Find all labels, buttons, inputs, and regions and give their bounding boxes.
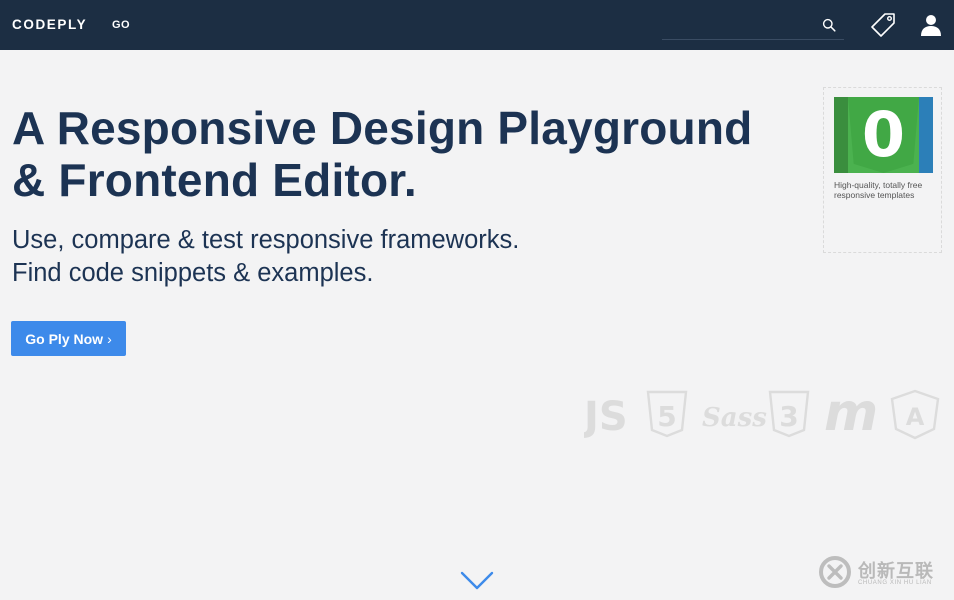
sponsor-ad[interactable]: 0 High-quality, totally free responsive … (823, 87, 942, 253)
nav-go-link[interactable]: GO (112, 19, 130, 31)
ad-image-text: 0 (861, 98, 906, 171)
ad-image[interactable]: 0 (834, 97, 933, 173)
hero-title-line-2: & Frontend Editor. (12, 154, 417, 206)
watermark-en: CHUANG XIN HU LIAN (858, 580, 932, 586)
tech-logos: JS 5 Sass 3 m A (584, 388, 940, 440)
js-logo: JS (584, 394, 628, 440)
search-input[interactable] (662, 12, 812, 39)
ad-caption[interactable]: High-quality, totally free responsive te… (834, 180, 934, 200)
chevron-right-icon: › (107, 330, 112, 347)
angular-logo-text: A (906, 403, 925, 431)
chevron-down-icon[interactable] (460, 570, 494, 592)
ad-caption-line-2: responsive templates (834, 190, 915, 200)
watermark-logo-icon (819, 556, 851, 588)
go-ply-now-button[interactable]: Go Ply Now › (11, 321, 126, 356)
hero-subtitle-line-2: Find code snippets & examples. (12, 259, 374, 287)
hero-subtitle: Use, compare & test responsive framework… (12, 224, 712, 290)
html5-logo: 5 (646, 390, 688, 438)
user-icon[interactable] (921, 14, 941, 36)
search-icon[interactable] (822, 18, 836, 32)
css3-logo-text: 3 (779, 400, 798, 433)
css3-logo: 3 (768, 390, 810, 438)
search-bar (662, 12, 844, 40)
watermark: 创新互联 CHUANG XIN HU LIAN (816, 553, 950, 593)
tag-icon[interactable] (869, 11, 897, 39)
sass-logo: Sass (702, 403, 767, 433)
hero-subtitle-line-1: Use, compare & test responsive framework… (12, 226, 520, 254)
angular-logo: A (890, 389, 940, 440)
ad-caption-line-1: High-quality, totally free (834, 180, 923, 190)
materialize-logo: m (824, 388, 878, 440)
hero-title: A Responsive Design Playground & Fronten… (12, 102, 822, 206)
cta-label: Go Ply Now (25, 330, 104, 347)
brand-logo[interactable]: CODEPLY (12, 17, 87, 32)
hero-title-line-1: A Responsive Design Playground (12, 102, 753, 154)
top-navbar: CODEPLY GO (0, 0, 954, 50)
html5-logo-text: 5 (657, 400, 676, 433)
